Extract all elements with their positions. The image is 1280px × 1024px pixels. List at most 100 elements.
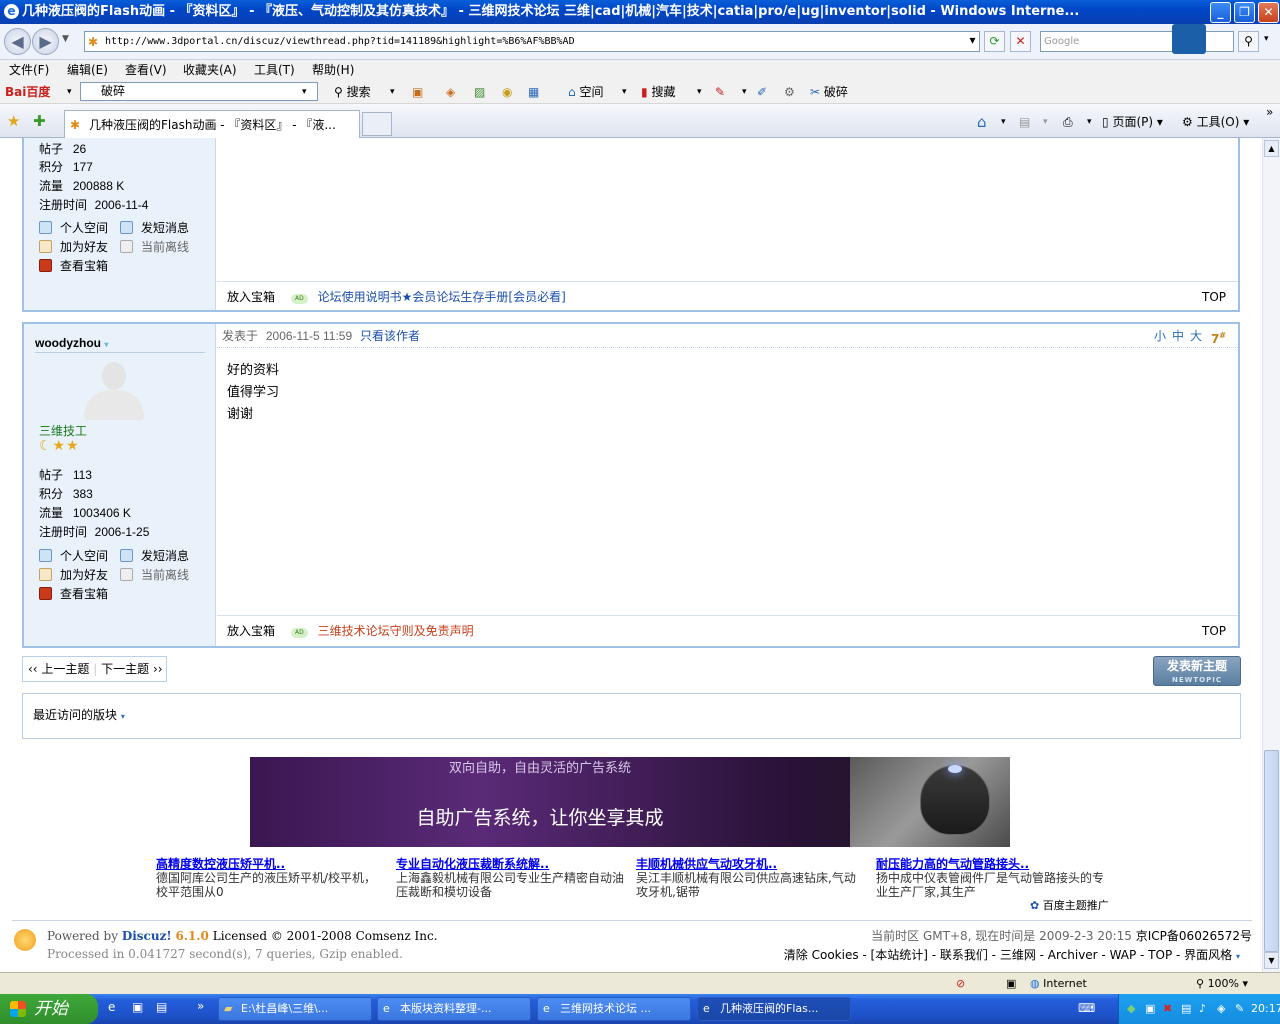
tray-volume-icon[interactable]: ♪ [1199,994,1206,1024]
font-medium-link[interactable]: 中 [1172,324,1184,348]
tray-antivirus-icon[interactable]: ✖ [1163,994,1172,1024]
icp-link[interactable]: 京ICP备06026572号 [1136,929,1252,943]
discuz-link[interactable]: Discuz! [122,929,172,943]
image-icon[interactable]: ▨ [474,81,485,103]
action-treasure[interactable]: 查看宝箱 [39,585,108,602]
tray-network-icon[interactable]: ◆ [1127,994,1135,1024]
menu-file[interactable]: 文件(F) [9,60,49,80]
ad-link-title[interactable]: 高精度数控液压矫平机.. [156,857,386,871]
tray-window-icon[interactable]: ▤ [1181,994,1191,1024]
quicklaunch-more-icon[interactable]: » [197,999,204,1013]
window-titlebar[interactable]: e 几种液压阀的Flash动画 - 『资料区』 - 『液压、气动控制及其仿真技术… [0,0,1280,24]
pen-icon[interactable]: ✐ [757,81,767,103]
baidu-search-button[interactable]: ⚲ 搜索 [334,81,371,103]
recent-dropdown-icon[interactable]: ▾ [121,712,125,721]
action-add-friend[interactable]: 加为好友 [39,566,108,583]
menu-view[interactable]: 查看(V) [125,60,167,80]
quicklaunch-ie-icon[interactable]: e [108,1000,115,1014]
space-button[interactable]: ⌂ 空间 [568,81,603,103]
menu-tools[interactable]: 工具(T) [254,60,295,80]
minimize-button[interactable]: _ [1210,2,1231,23]
ad-link-3[interactable]: 丰顺机械供应气动攻牙机.. 吴江丰顺机械有限公司供应高速钻床,气动攻牙机,锯带 [636,857,866,899]
gift-icon[interactable]: ▣ [412,81,423,103]
forum-rules-link[interactable]: 三维技术论坛守则及免责声明 [318,624,474,638]
vertical-scrollbar[interactable]: ▲ ▼ [1262,138,1280,972]
floor-number[interactable]: 7# [1211,324,1226,351]
home-icon[interactable]: ⌂ [977,112,987,132]
stop-button[interactable]: ✕ [1010,31,1031,52]
maximize-button[interactable]: ❐ [1234,2,1255,23]
put-box-link[interactable]: 放入宝箱 [227,290,275,304]
rss-dropdown-icon[interactable]: ▾ [1043,112,1048,132]
keyword-button[interactable]: ✂ 破碎 [810,81,848,103]
font-small-link[interactable]: 小 [1154,324,1166,348]
calculator-icon[interactable]: ▦ [528,81,539,103]
avatar[interactable] [82,360,146,422]
footer-links[interactable]: 清除 Cookies - [本站统计] - 联系我们 - 三维网 - Archi… [784,946,1240,963]
close-button[interactable]: ✕ [1258,2,1279,23]
refresh-button[interactable]: ⟳ [984,31,1005,52]
action-space[interactable]: 个人空间 [39,547,108,564]
tools-menu[interactable]: ⚙ 工具(O) ▾ [1182,112,1249,132]
settings-icon[interactable]: ⚙ [784,81,795,103]
new-topic-button[interactable]: 发表新主题 NEWTOPIC [1153,656,1241,686]
menu-favorites[interactable]: 收藏夹(A) [183,60,237,80]
action-message[interactable]: 发短消息 [120,547,189,564]
scroll-down-button[interactable]: ▼ [1264,952,1279,969]
author-dropdown-icon[interactable]: ▾ [104,340,108,349]
prev-topic-link[interactable]: ‹‹ 上一主题 [28,662,89,676]
action-message[interactable]: 发短消息 [120,219,189,236]
translate-icon[interactable]: ✎ [715,81,725,103]
collect-dropdown-icon[interactable]: ▾ [697,81,702,103]
zhidao-icon[interactable]: ◉ [502,81,512,103]
menu-edit[interactable]: 编辑(E) [67,60,108,80]
baidu-search-input[interactable]: 破碎 [80,82,318,101]
url-input[interactable]: http://www.3dportal.cn/discuz/viewthread… [84,31,980,52]
zoom-control[interactable]: ⚲ 100% ▾ [1196,973,1248,995]
chevron-more-icon[interactable]: » [1266,102,1273,122]
keyboard-icon[interactable]: ⌨ [1078,1001,1095,1015]
quicklaunch-desktop-icon[interactable]: ▣ [132,1000,143,1014]
baidu-menu-icon[interactable]: ▾ [67,81,72,103]
scroll-thumb[interactable] [1264,750,1279,952]
top-link[interactable]: TOP [1202,616,1226,647]
taskbar-item-explorer[interactable]: ▰ E:\杜昌峰\三维\... [218,997,372,1021]
popup-blocked-icon[interactable]: ⊘ [956,973,965,995]
action-space[interactable]: 个人空间 [39,219,108,236]
only-author-link[interactable]: 只看该作者 [360,329,420,343]
footer-links-text[interactable]: 清除 Cookies - [本站统计] - 联系我们 - 三维网 - Archi… [784,948,1232,962]
action-add-friend[interactable]: 加为好友 [39,238,108,255]
recent-forums[interactable]: 最近访问的版块 ▾ [22,693,1241,739]
forum-guide-link[interactable]: 论坛使用说明书★会员论坛生存手册[会员必看] [318,290,566,304]
top-link[interactable]: TOP [1202,282,1226,313]
tray-shield-icon[interactable]: ◈ [1217,994,1225,1024]
next-topic-link[interactable]: 下一主题 ›› [101,662,162,676]
tray-pen-icon[interactable]: ✎ [1235,994,1244,1024]
news-icon[interactable]: ◈ [446,81,455,103]
ad-link-1[interactable]: 高精度数控液压矫平机.. 德国阿库公司生产的液压矫平机/校平机，校平范围从0 [156,857,386,899]
baidu-logo[interactable]: Bai百度 [5,81,50,103]
tab-active[interactable]: ✱ 几种液压阀的Flash动画 - 『资料区』 - 『液... [64,110,360,138]
author-name[interactable]: woodyzhou ▾ [35,336,108,350]
home-dropdown-icon[interactable]: ▾ [1001,112,1006,132]
history-dropdown-icon[interactable]: ▼ [62,34,69,44]
ad-banner[interactable]: 双向自助，自由灵活的广告系统 自助广告系统，让你坐享其成 [250,757,1010,847]
search-options-icon[interactable]: ▾ [1264,34,1269,44]
baidu-history-icon[interactable]: ▾ [302,81,307,103]
print-dropdown-icon[interactable]: ▾ [1087,112,1092,132]
scroll-up-button[interactable]: ▲ [1264,140,1279,157]
new-tab-button[interactable] [362,112,392,136]
print-icon[interactable]: ⎙ [1063,112,1073,132]
clock[interactable]: 20:17 [1251,994,1280,1024]
baidu-promo-link[interactable]: ✿ 百度主题推广 [1030,897,1109,913]
put-box-link[interactable]: 放入宝箱 [227,624,275,638]
favorites-star-icon[interactable]: ★ [7,112,20,130]
page-menu[interactable]: ▯ 页面(P) ▾ [1102,112,1163,132]
ad-link-title[interactable]: 耐压能力高的气动管路接头.. [876,857,1106,871]
taskbar-item-ie-active[interactable]: e 几种液压阀的Flas... [697,997,851,1021]
taskbar-item-ie-2[interactable]: e 三维网技术论坛 ... [537,997,691,1021]
forward-button[interactable]: ▶ [32,28,59,55]
menu-help[interactable]: 帮助(H) [312,60,354,80]
collect-button[interactable]: ▮ 搜藏 [641,81,675,103]
url-dropdown-icon[interactable]: ▾ [962,31,983,52]
